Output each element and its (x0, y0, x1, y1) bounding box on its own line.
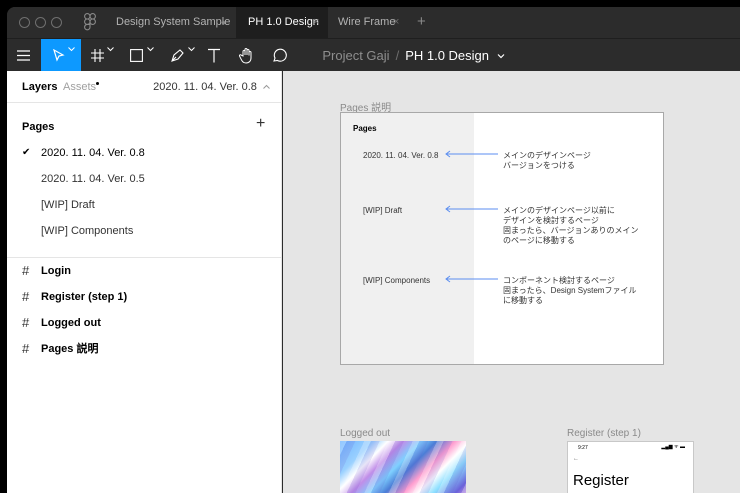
status-icons: ▂▄▆ ᯤ ▬ (661, 444, 685, 450)
layer-label: Login (41, 265, 71, 277)
chevron-down-icon (68, 47, 75, 52)
frame-hash-icon: # (22, 289, 30, 304)
frame-hash-icon: # (22, 341, 30, 356)
chevron-up-icon (263, 84, 270, 89)
register-frame[interactable]: 9:27 ▂▄▆ ᯤ ▬ ← Register (567, 441, 694, 493)
frame-tool-button[interactable] (83, 39, 117, 72)
add-page-button[interactable]: + (256, 116, 265, 132)
chevron-down-icon (147, 47, 154, 52)
layer-frame-pages-description[interactable]: # Pages 説明 (7, 336, 282, 362)
frame-label-logged-out[interactable]: Logged out (340, 428, 390, 439)
arrow-left-icon (445, 150, 498, 158)
close-tab-icon[interactable]: × (313, 7, 319, 38)
page-description-line: デザインを検討するページ (503, 216, 599, 225)
file-name[interactable]: PH 1.0 Design (405, 48, 489, 63)
hamburger-menu-icon (17, 50, 30, 61)
layer-frame-logged-out[interactable]: # Logged out (7, 310, 282, 336)
register-title: Register (573, 472, 629, 489)
pages-frame-title: Pages (353, 124, 377, 133)
tab-design-system-sample[interactable]: Design System Sample ● (104, 7, 238, 38)
frame-label-register[interactable]: Register (step 1) (567, 428, 641, 439)
page-item[interactable]: 2020. 11. 04. Ver. 0.5 (7, 166, 282, 192)
tab-assets[interactable]: Assets (63, 81, 96, 93)
tab-layers[interactable]: Layers (22, 81, 57, 93)
chevron-down-icon (188, 47, 195, 52)
arrow-left-icon (445, 205, 498, 213)
project-name[interactable]: Project Gaji (322, 48, 389, 63)
breadcrumb-separator: / (395, 48, 400, 63)
layer-label: Pages 説明 (41, 343, 99, 355)
maximize-window-button[interactable] (51, 17, 62, 28)
logged-out-frame-image[interactable] (340, 441, 466, 493)
page-name-text: [WIP] Components (363, 276, 431, 285)
page-item[interactable]: [WIP] Components (7, 218, 282, 244)
comment-bubble-icon (273, 48, 287, 62)
minimize-window-button[interactable] (35, 17, 46, 28)
page-description-line: メインのデザインページ (503, 151, 591, 160)
tab-label: Design System Sample (116, 16, 231, 28)
frame-hash-icon: # (22, 263, 30, 278)
text-tool-button[interactable] (203, 39, 225, 72)
arrow-left-icon (445, 275, 498, 283)
layer-label: Register (step 1) (41, 291, 128, 303)
back-arrow-icon: ← (573, 456, 579, 462)
layer-label: Logged out (41, 317, 101, 329)
checkmark-icon: ✔ (22, 147, 31, 158)
new-tab-button[interactable]: + (417, 7, 426, 38)
page-select-value: 2020. 11. 04. Ver. 0.8 (153, 81, 257, 93)
layer-frame-login[interactable]: # Login (7, 258, 282, 284)
layer-frame-register[interactable]: # Register (step 1) (7, 284, 282, 310)
figma-window: Design System Sample ● PH 1.0 Design × W… (7, 7, 740, 493)
main-menu-button[interactable] (7, 39, 41, 72)
pages-description-frame[interactable]: Pages 2020. 11. 04. Ver. 0.8 メインのデザインページ… (340, 112, 664, 365)
shape-tool-button[interactable] (121, 39, 157, 72)
page-label: 2020. 11. 04. Ver. 0.8 (41, 147, 145, 159)
page-select[interactable]: 2020. 11. 04. Ver. 0.8 (153, 81, 270, 93)
close-tab-icon[interactable]: × (393, 7, 399, 38)
page-label: [WIP] Components (41, 225, 134, 237)
pen-tool-button[interactable] (161, 39, 197, 72)
tab-label: PH 1.0 Design (248, 16, 319, 28)
panel-tabs: Layers Assets 2020. 11. 04. Ver. 0.8 (7, 71, 282, 103)
page-label: [WIP] Draft (41, 199, 95, 211)
frame-hash-icon (91, 49, 104, 62)
move-tool-button[interactable] (41, 39, 81, 72)
rectangle-icon (130, 49, 143, 62)
hand-icon (239, 48, 252, 64)
tab-wire-frame[interactable]: Wire Frame × (326, 7, 406, 38)
page-item[interactable]: ✔ 2020. 11. 04. Ver. 0.8 (7, 140, 282, 166)
unsaved-dot-icon: ● (221, 18, 226, 27)
page-description-line: バージョンをつける (503, 161, 575, 170)
tab-ph-1-0-design[interactable]: PH 1.0 Design × (236, 7, 328, 38)
status-time: 9:27 (578, 445, 588, 451)
page-description-line: のページに移動する (503, 236, 575, 245)
page-item[interactable]: [WIP] Draft (7, 192, 282, 218)
page-name-text: 2020. 11. 04. Ver. 0.8 (363, 151, 439, 160)
assets-notification-dot (96, 82, 99, 85)
tab-bar: Design System Sample ● PH 1.0 Design × W… (7, 7, 740, 38)
page-description-line: 固まったら、Design Systemファイル (503, 286, 637, 295)
page-label: 2020. 11. 04. Ver. 0.5 (41, 173, 145, 185)
page-description-line: コンポーネント検討するページ (503, 276, 615, 285)
page-name-text: [WIP] Draft (363, 206, 403, 215)
figma-logo-icon[interactable] (84, 13, 96, 36)
pages-header: Pages (22, 121, 55, 133)
layers-panel: Layers Assets 2020. 11. 04. Ver. 0.8 Pag… (7, 71, 282, 493)
comment-tool-button[interactable] (269, 39, 291, 72)
toolbar: Project Gaji / PH 1.0 Design (7, 38, 740, 72)
hand-tool-button[interactable] (236, 39, 258, 72)
chevron-down-icon[interactable] (497, 53, 505, 59)
close-window-button[interactable] (19, 17, 30, 28)
page-description-line: 固まったら、バージョンありのメイン (503, 226, 639, 235)
page-description-line: メインのデザインページ以前に (503, 206, 615, 215)
cursor-arrow-icon (53, 49, 65, 62)
canvas[interactable]: Pages 説明 Pages 2020. 11. 04. Ver. 0.8 メイ… (283, 71, 740, 493)
page-description-line: に移動する (503, 296, 543, 305)
chevron-down-icon (107, 47, 114, 52)
pen-nib-icon (171, 49, 184, 62)
frame-hash-icon: # (22, 315, 30, 330)
tab-label: Wire Frame (338, 16, 396, 28)
text-t-icon (208, 48, 220, 63)
